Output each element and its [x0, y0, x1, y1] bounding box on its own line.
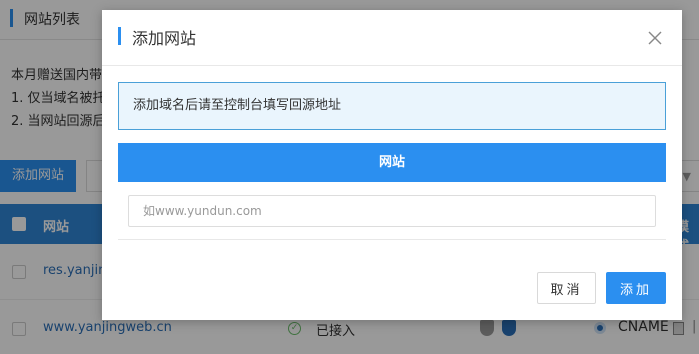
- add-site-dialog: 添加网站 添加域名后请至控制台填写回源地址 网站 取消 添加: [102, 10, 682, 320]
- add-button[interactable]: 添加: [606, 272, 666, 304]
- close-icon[interactable]: [646, 29, 664, 47]
- dialog-header: 添加网站: [102, 10, 682, 66]
- divider: [118, 239, 666, 240]
- cancel-button[interactable]: 取消: [537, 272, 596, 304]
- info-tip: 添加域名后请至控制台填写回源地址: [118, 82, 666, 130]
- domain-input[interactable]: [128, 195, 656, 227]
- dialog-title: 添加网站: [132, 29, 197, 48]
- tab-website[interactable]: 网站: [118, 143, 666, 182]
- title-accent-bar: [118, 27, 121, 45]
